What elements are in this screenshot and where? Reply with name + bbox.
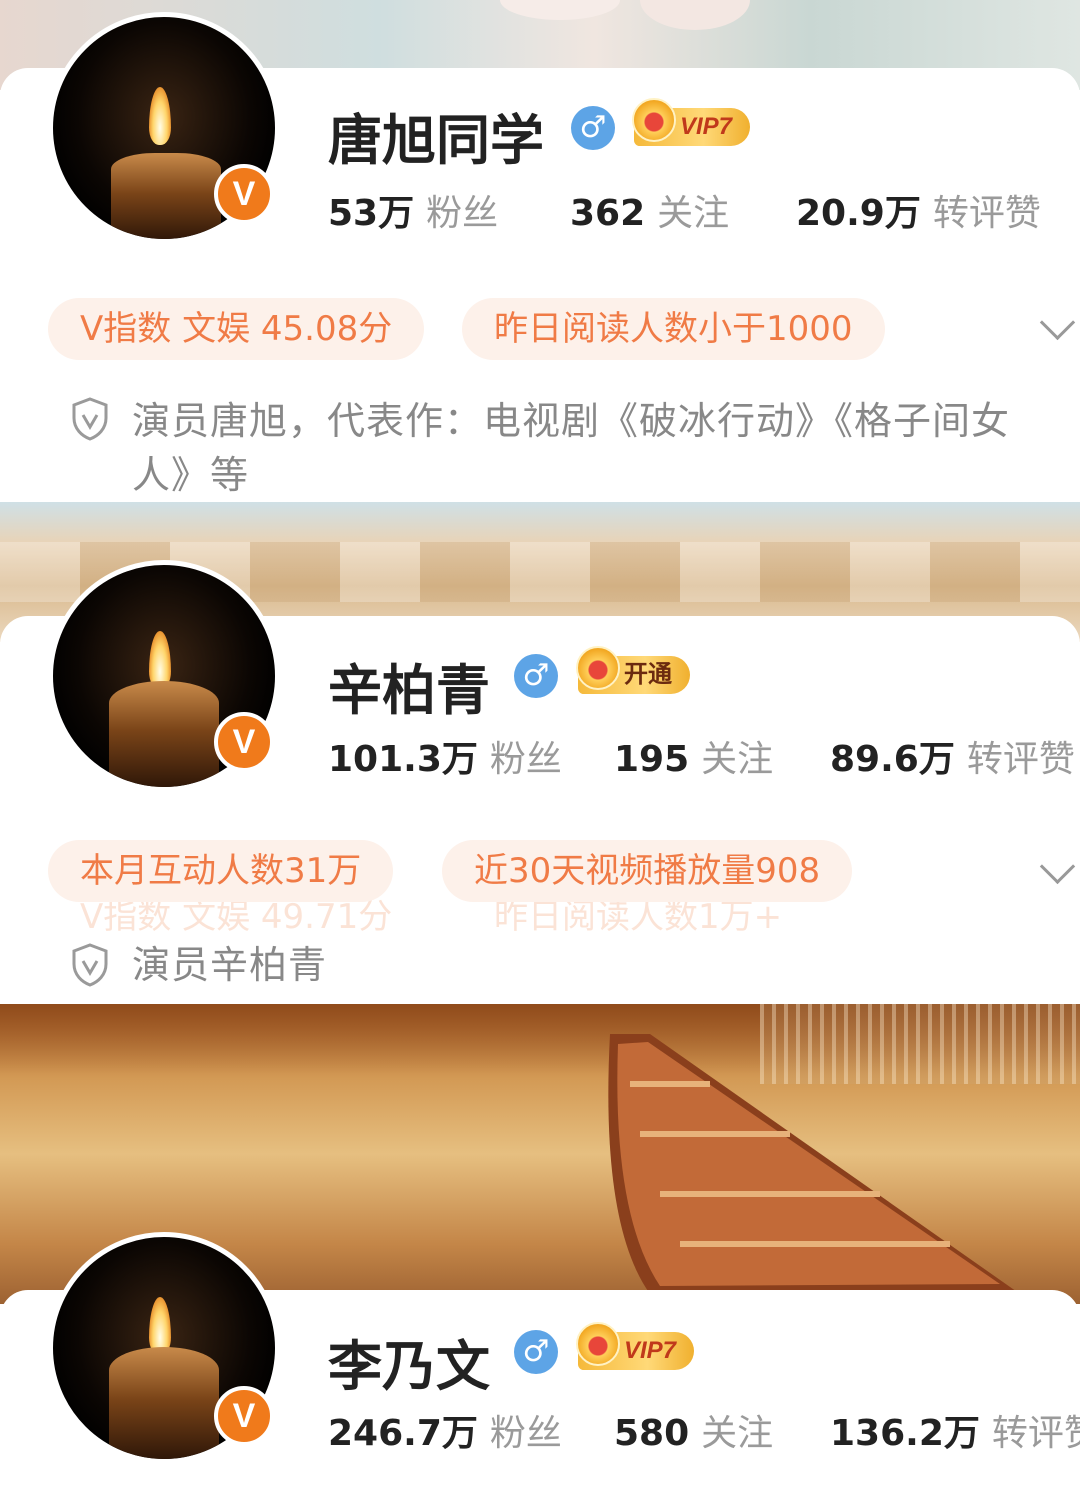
profile-name: 李乃文 [328, 1335, 490, 1398]
vip-label: VIP7 [680, 113, 733, 140]
candle-icon [109, 681, 219, 787]
following-label: 关注 [701, 1413, 774, 1454]
followers-stat[interactable]: 53万 粉丝 [328, 184, 498, 236]
v-index-chip[interactable]: V指数 文娱 45.08分 [48, 298, 425, 360]
verified-badge-icon: V [214, 1386, 274, 1446]
followers-label: 粉丝 [426, 193, 499, 234]
following-stat[interactable]: 580 关注 [614, 1404, 773, 1456]
likes-count: 20.9万 [796, 193, 921, 234]
profile-intro: 演员辛柏青 [132, 943, 328, 987]
male-gender-icon: ♂ [514, 654, 558, 698]
likes-stat[interactable]: 89.6万 转评赞 [830, 730, 1075, 782]
video-views-chip[interactable]: 近30天视频播放量908 [442, 840, 853, 902]
profile-card-1: V 唐旭同学 ♂ VIP7 53万 粉丝 362 关注 20.9万 转评赞 V指数 文… [0, 0, 1080, 502]
candle-icon [109, 1347, 219, 1459]
boat-image [608, 1034, 1020, 1294]
followers-count: 101.3万 [328, 739, 478, 780]
followers-stat[interactable]: 101.3万 粉丝 [328, 730, 562, 782]
profile-name: 唐旭同学 [328, 109, 544, 172]
followers-count: 246.7万 [328, 1413, 478, 1454]
vip-badge[interactable]: VIP7 [632, 98, 751, 146]
male-gender-icon: ♂ [514, 1330, 558, 1374]
likes-count: 136.2万 [830, 1413, 980, 1454]
crown-icon [632, 98, 676, 142]
following-stat[interactable]: 362 关注 [570, 184, 729, 236]
profile-card-3: V 李乃文 ♂ VIP7 246.7万粉丝 580 关注 136.2万转评赞 [0, 1004, 1080, 1501]
profile-intro: 演员唐旭，代表作：电视剧《破冰行动》《格子间女人》等 [132, 399, 1011, 497]
followers-count: 53万 [328, 193, 415, 234]
likes-stat[interactable]: 136.2万转评赞 [830, 1404, 1080, 1456]
likes-count: 89.6万 [830, 739, 955, 780]
male-gender-icon: ♂ [571, 106, 615, 150]
verified-badge-icon: V [214, 164, 274, 224]
following-count: 362 [570, 193, 646, 234]
cover-flower-decoration [640, 0, 750, 30]
shield-verified-icon [72, 397, 108, 441]
followers-label: 粉丝 [489, 739, 562, 780]
following-count: 195 [614, 739, 690, 780]
crown-icon [576, 1322, 620, 1366]
candle-flame-icon [149, 87, 171, 145]
likes-label: 转评赞 [966, 739, 1075, 780]
vip-label: 开通 [624, 661, 672, 688]
verified-badge-icon: V [214, 712, 274, 772]
monthly-interaction-chip[interactable]: 本月互动人数31万 [48, 840, 394, 902]
following-label: 关注 [701, 739, 774, 780]
cover-flower-decoration [500, 0, 620, 20]
profile-card-2: V 辛柏青 ♂ 开通 101.3万 粉丝 195 关注 89.6万 转评赞 V指数 文… [0, 502, 1080, 1004]
followers-stat[interactable]: 246.7万 粉丝 [328, 1404, 562, 1456]
profile-name: 辛柏青 [328, 659, 490, 722]
shield-verified-icon [72, 943, 108, 987]
vip-badge[interactable]: VIP7 [576, 1322, 695, 1370]
following-stat[interactable]: 195 关注 [614, 730, 773, 782]
vip-open-badge[interactable]: 开通 [576, 646, 690, 694]
likes-label: 转评赞 [991, 1413, 1080, 1454]
candle-icon [111, 153, 221, 239]
reading-count-chip[interactable]: 昨日阅读人数小于1000 [462, 298, 885, 360]
vip-label: VIP7 [624, 1337, 677, 1364]
likes-label: 转评赞 [932, 193, 1041, 234]
followers-label: 粉丝 [489, 1413, 562, 1454]
likes-stat[interactable]: 20.9万 转评赞 [796, 184, 1041, 236]
crown-icon [576, 646, 620, 690]
following-count: 580 [614, 1413, 690, 1454]
following-label: 关注 [657, 193, 730, 234]
